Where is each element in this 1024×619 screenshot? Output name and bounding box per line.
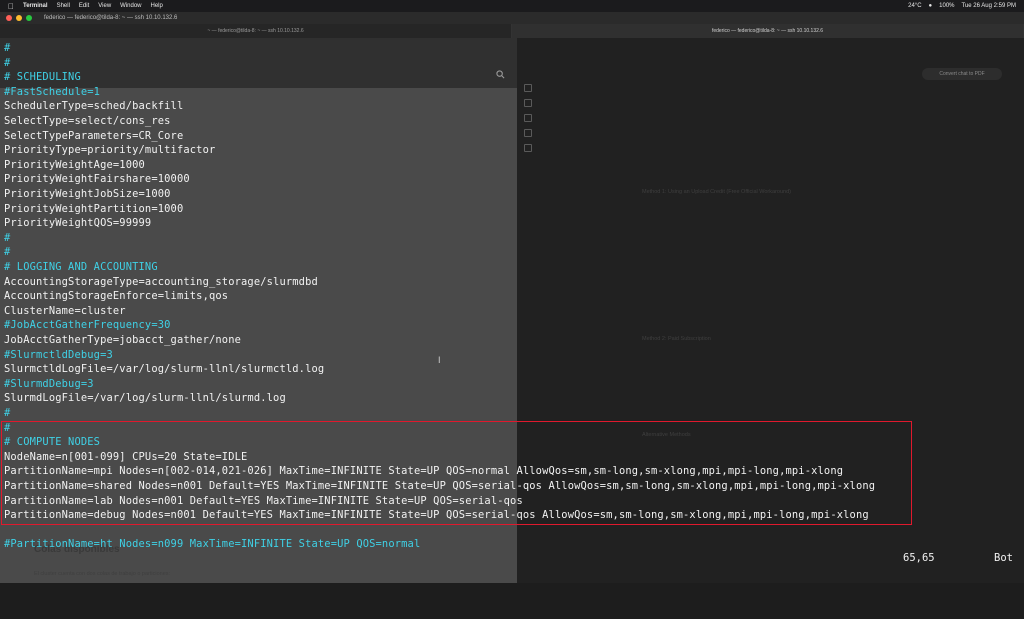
convert-chat-button[interactable]: Convert chat to PDF [922,68,1002,80]
compute-nodes-highlight-box [1,421,912,525]
ghost-heading-method2: Method 2: Paid Subscription [642,336,711,342]
vim-line: # [4,42,11,54]
vim-line: #SlurmdDebug=3 [4,377,94,390]
background-bottom-strip [0,583,1024,619]
wifi-icon[interactable]: ● [929,3,933,9]
vim-line: # LOGGING AND ACCOUNTING [4,261,158,273]
vim-line: AccountingStorageType=accounting_storage… [4,275,318,288]
minimize-window-button[interactable] [16,15,22,21]
sidebar-icon [524,129,532,137]
vim-line: # [4,56,11,69]
tab-2[interactable]: federico — federico@tilda-8: ~ — ssh 10.… [512,24,1024,38]
vim-line: SlurmdLogFile=/var/log/slurm-llnl/slurmd… [4,392,286,405]
clock[interactable]: Tue 26 Aug 2:59 PM [962,3,1016,9]
terminal-tab-bar: ~ — federico@tilda-8: ~ — ssh 10.10.132.… [0,24,1024,38]
menu-edit[interactable]: Edit [79,3,89,9]
vim-line: SelectTypeParameters=CR_Core [4,129,184,142]
vim-line: PriorityWeightJobSize=1000 [4,188,171,200]
tab-1[interactable]: ~ — federico@tilda-8: ~ — ssh 10.10.132.… [0,24,512,38]
vim-line: PriorityType=priority/multifactor [4,144,216,157]
menu-help[interactable]: Help [151,3,163,9]
vim-line: PriorityWeightPartition=1000 [4,202,184,215]
vim-line: # SCHEDULING [4,71,81,84]
background-sidebar-icons [524,84,534,159]
sidebar-icon [524,144,532,152]
temperature-readout[interactable]: 24°C [908,3,921,9]
vim-line: PriorityWeightAge=1000 [4,158,145,171]
menu-app-name[interactable]: Terminal [23,3,48,9]
vim-line: #JobAcctGatherFrequency=30 [4,319,171,332]
vim-line: SelectType=select/cons_res [4,115,171,127]
sidebar-icon [524,84,532,92]
vim-line: AccountingStorageEnforce=limits,qos [4,290,229,303]
vim-line: # [4,407,11,419]
vim-line: SchedulerType=sched/backfill [4,100,184,113]
vim-line: PriorityWeightFairshare=10000 [4,173,190,186]
menu-view[interactable]: View [98,3,111,9]
sidebar-icon [524,99,532,107]
vim-line: SlurmctldLogFile=/var/log/slurm-llnl/slu… [4,363,325,376]
vim-line: ClusterName=cluster [4,304,126,317]
macos-menu-bar:  Terminal Shell Edit View Window Help 2… [0,0,1024,12]
menu-shell[interactable]: Shell [57,3,70,9]
terminal-title-bar: federico — federico@tilda-8: ~ — ssh 10.… [0,12,1024,24]
vim-line: # [4,231,11,244]
window-title: federico — federico@tilda-8: ~ — ssh 10.… [44,15,178,21]
sidebar-icon [524,114,532,122]
apple-icon[interactable]:  [8,2,14,11]
menu-window[interactable]: Window [120,3,141,9]
vim-line: #SlurmctldDebug=3 [4,348,113,361]
battery-readout[interactable]: 100% [939,3,954,9]
vim-line: JobAcctGatherType=jobacct_gather/none [4,334,242,346]
ghost-heading-method1: Method 1: Using an Upload Credit (Free O… [642,189,791,195]
vim-line: PriorityWeightQOS=99999 [4,217,152,230]
vim-line: #PartitionName=ht Nodes=n099 MaxTime=INF… [4,538,421,551]
vim-scroll-indicator: Bot [994,552,1013,564]
vim-cursor-position: 65,65 [903,552,935,564]
vim-line: #FastSchedule=1 [4,85,101,98]
ibeam-cursor-icon: I [438,355,441,365]
close-window-button[interactable] [6,15,12,21]
vim-line: # [4,246,11,259]
background-pane-right: Convert chat to PDF Method 1: Using an U… [517,38,1024,619]
